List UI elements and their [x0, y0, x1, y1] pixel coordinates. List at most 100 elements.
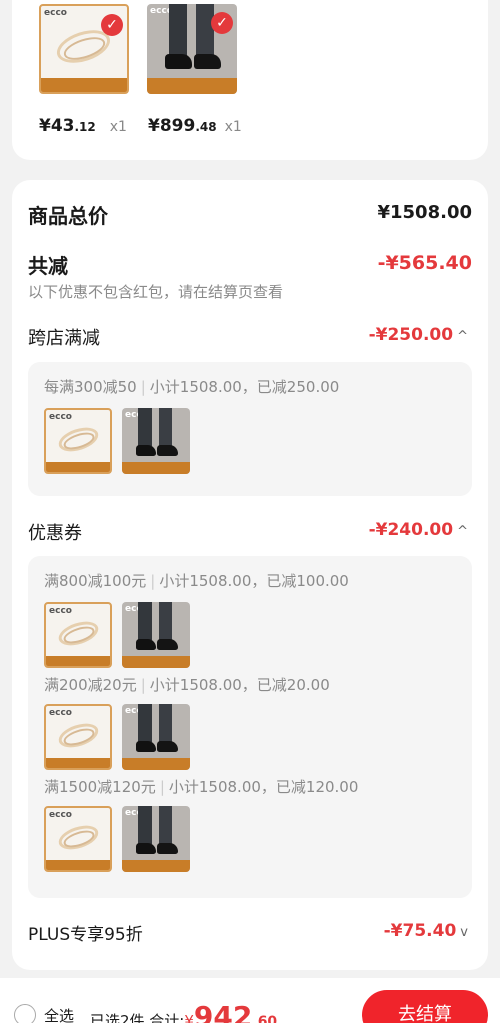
rule-product-thumb: ecco	[44, 408, 112, 474]
boot-image	[168, 4, 187, 57]
chevron-up-icon: ^	[457, 524, 468, 539]
product-banner	[46, 860, 110, 870]
rule-product-thumb: ecco	[44, 602, 112, 668]
boot-image-shoe	[135, 740, 156, 752]
product-banner	[122, 656, 190, 668]
boot-image-shoe	[157, 842, 178, 854]
discount-note: 以下优惠不包含红包，请在结算页查看	[28, 283, 284, 301]
coupon-detail: 满800减100元 | 小计1508.00，已减100.00 ecco ecco 满…	[28, 556, 472, 898]
product-thumb-laces[interactable]: ecco ✓	[39, 4, 129, 94]
item-price-boots: ¥899.48 x1	[148, 116, 242, 136]
select-all-label[interactable]: 全选	[44, 1005, 74, 1023]
brand-logo: ecco	[44, 8, 67, 18]
cross-store-rule: 每满300减50 | 小计1508.00，已减250.00	[44, 376, 339, 397]
rule-detail: 小计1508.00，已减20.00	[149, 676, 330, 694]
item-price-laces: ¥43.12 x1	[39, 116, 127, 136]
product-banner	[41, 78, 127, 92]
product-banner	[46, 758, 110, 768]
price-summary-card: 商品总价 ¥1508.00 共减 -¥565.40 以下优惠不包含红包，请在结算…	[12, 180, 488, 970]
coupon-rule: 满200减20元 | 小计1508.00，已减20.00	[44, 674, 330, 695]
selected-check-icon[interactable]: ✓	[211, 12, 233, 34]
rule-product-thumb: ecco	[122, 602, 190, 668]
product-banner	[46, 462, 110, 472]
brand-logo: ecco	[49, 412, 72, 422]
brand-logo: ecco	[49, 810, 72, 820]
cross-store-amount: -¥250.00	[368, 325, 454, 345]
boot-image-shoe	[135, 638, 156, 650]
product-banner	[122, 860, 190, 872]
plus-discount-toggle[interactable]: -¥75.40 v	[384, 921, 468, 941]
total-int: 942	[193, 1000, 253, 1023]
brand-logo: ecco	[49, 606, 72, 616]
rule-detail: 小计1508.00，已减120.00	[168, 778, 359, 796]
brand-logo: ecco	[49, 708, 72, 718]
checkout-button[interactable]: 去结算	[362, 990, 488, 1023]
selected-check-icon[interactable]: ✓	[101, 14, 123, 36]
product-banner	[46, 656, 110, 666]
boot-image-shoe	[135, 444, 156, 456]
plus-discount-label: PLUS专享95折	[28, 925, 143, 945]
divider: |	[150, 572, 156, 590]
selected-count-text: 已选2件,合计:	[90, 1012, 185, 1023]
boot-image-shoe	[135, 842, 156, 854]
boot-image-shoe	[165, 54, 192, 69]
total-value: ¥1508.00	[377, 202, 472, 223]
total-dec: .60	[252, 1014, 278, 1023]
cart-items-card: ecco ✓ ecco ✓ ¥43.12 x1 ¥899.48 x1	[12, 0, 488, 160]
discount-label: 共减	[28, 254, 68, 278]
coupon-amount: -¥240.00	[368, 520, 454, 540]
product-banner	[122, 462, 190, 474]
boot-image-shoe	[193, 54, 221, 69]
chevron-up-icon: ^	[457, 329, 468, 344]
boot-image-leg	[158, 704, 173, 743]
product-thumb-boots[interactable]: ecco ✓	[147, 4, 237, 94]
boot-image-shoe	[157, 444, 178, 456]
product-banner	[122, 758, 190, 770]
price-int: ¥43	[39, 116, 75, 136]
checkout-bar: 全选 已选2件,合计:¥942.60 去结算	[0, 978, 500, 1023]
rule-text: 每满300减50	[44, 378, 137, 396]
rule-text: 满1500减120元	[44, 778, 156, 796]
coupon-label: 优惠券	[28, 523, 82, 544]
rule-text: 满800减100元	[44, 572, 147, 590]
chevron-down-icon: v	[460, 925, 468, 940]
boot-image	[138, 602, 152, 641]
boot-image-leg	[158, 408, 173, 447]
total-currency: ¥	[184, 1012, 194, 1023]
rule-product-thumb: ecco	[122, 408, 190, 474]
rule-product-thumb: ecco	[122, 806, 190, 872]
rule-text: 满200减20元	[44, 676, 137, 694]
cross-store-label: 跨店满减	[28, 328, 100, 349]
price-dec: .12	[74, 120, 96, 134]
plus-discount-amount: -¥75.40	[383, 921, 457, 941]
divider: |	[140, 676, 146, 694]
cross-store-toggle[interactable]: -¥250.00 ^	[369, 325, 468, 345]
divider: |	[159, 778, 165, 796]
item-qty: x1	[109, 119, 127, 135]
boot-image-shoe	[157, 740, 178, 752]
divider: |	[140, 378, 146, 396]
boot-image-leg	[158, 602, 173, 641]
rule-product-thumb: ecco	[44, 806, 112, 872]
boot-image	[138, 704, 152, 743]
boot-image	[138, 806, 152, 845]
item-qty: x1	[224, 119, 242, 135]
product-banner	[147, 77, 237, 94]
select-all-radio[interactable]	[14, 1004, 36, 1023]
total-label: 商品总价	[28, 204, 108, 228]
price-dec: .48	[195, 120, 217, 134]
boot-image-shoe	[157, 638, 178, 650]
rule-detail: 小计1508.00，已减100.00	[159, 572, 349, 590]
coupon-rule: 满1500减120元 | 小计1508.00，已减120.00	[44, 776, 358, 797]
coupon-rule: 满800减100元 | 小计1508.00，已减100.00	[44, 570, 349, 591]
coupon-toggle[interactable]: -¥240.00 ^	[369, 520, 468, 540]
price-int: ¥899	[148, 116, 196, 136]
rule-product-thumb: ecco	[122, 704, 190, 770]
boot-image	[138, 408, 152, 447]
rule-detail: 小计1508.00，已减250.00	[149, 378, 340, 396]
boot-image-leg	[195, 4, 214, 57]
rule-product-thumb: ecco	[44, 704, 112, 770]
discount-value: -¥565.40	[377, 252, 472, 274]
boot-image-leg	[158, 806, 173, 845]
cross-store-detail: 每满300减50 | 小计1508.00，已减250.00 ecco ecco	[28, 362, 472, 496]
